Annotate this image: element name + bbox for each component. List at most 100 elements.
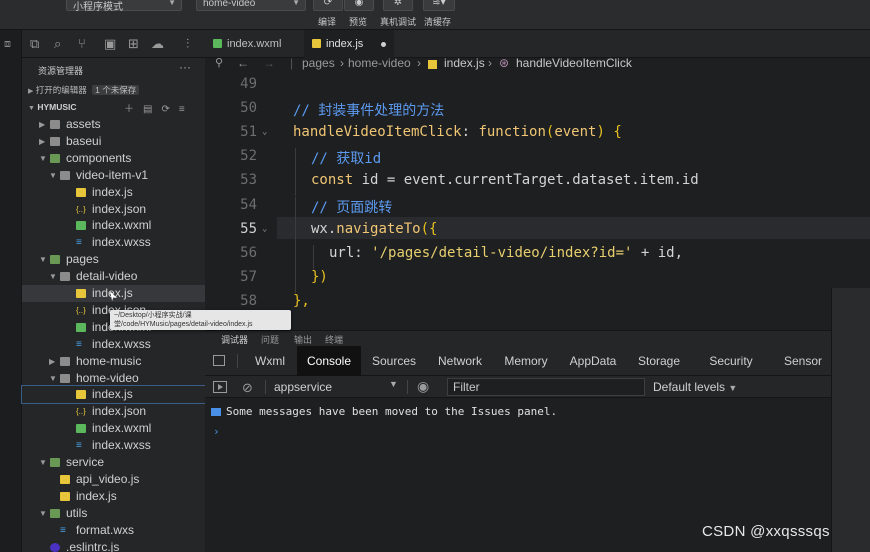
folder-icon [50,458,60,467]
tab-security[interactable]: Security [696,346,766,376]
tree-item[interactable]: index.js [22,285,205,302]
chevron-down-icon[interactable]: ▼ [39,505,47,522]
tree-item[interactable]: index.wxml [22,420,205,437]
console-prompt[interactable]: › [213,425,220,438]
remote-debug-button[interactable]: ✲ [383,0,413,11]
new-file-icon[interactable]: ＋ [124,104,143,115]
source-control-icon[interactable]: ⑂ [78,36,86,51]
chevron-down-icon[interactable]: ▼ [49,268,57,285]
eye-icon[interactable]: ◉ [417,378,429,395]
cloud-icon[interactable]: ☁ [151,36,164,52]
tree-item[interactable]: ≡ index.wxss [22,336,205,353]
chevron-down-icon[interactable]: ▼ [49,167,57,184]
chevron-right-icon[interactable]: ▶ [39,116,45,133]
open-editors-section[interactable]: ▶ 打开的编辑器 1 个未保存 [28,84,140,96]
tree-item[interactable]: ▶ assets [22,116,205,133]
indent-guide [295,196,296,221]
code-editor[interactable]: 49 50 // 封装事件处理的方法 51 ⌄ handleVideoItemClick:… [205,72,870,322]
clear-cache-button[interactable]: ≋▾ [423,0,455,11]
tree-item[interactable]: index.js [21,385,206,405]
tree-item-label: index.wxss [92,438,151,453]
tree-item[interactable]: ▼ utils [22,505,205,522]
tree-item[interactable]: api_video.js [22,471,205,488]
inspect-icon[interactable] [213,355,225,366]
code-token: url: [329,244,372,261]
more-icon[interactable]: ··· [179,60,191,74]
tab-storage[interactable]: Storage [628,346,690,376]
new-folder-icon[interactable]: ▤ [143,104,161,115]
mode-select[interactable]: 小程序模式 ▼ [66,0,182,13]
tab-label: index.js [326,38,364,50]
search-icon[interactable]: ⌕ [54,36,61,52]
chevron-down-icon[interactable]: ▼ [389,379,398,389]
breadcrumb-item[interactable]: handleVideoItemClick [516,56,632,70]
tree-item[interactable]: ▼ service [22,454,205,471]
breadcrumb-item[interactable]: pages [302,56,335,70]
tab-problems[interactable]: 问题 [261,333,279,346]
chevron-down-icon[interactable]: ▼ [49,370,57,387]
breadcrumb-item[interactable]: home-video [348,56,411,70]
tree-item[interactable]: {..} index.json [22,201,205,218]
breadcrumb-item[interactable]: index.js [444,56,485,70]
tree-item[interactable]: ▼ detail-video [22,268,205,285]
project-actions: ＋▤⟳≡ [124,100,194,115]
tree-item[interactable]: ≡ index.wxss [22,234,205,251]
tree-item[interactable]: ▼ pages [22,251,205,268]
tree-item[interactable]: ≡ index.wxss [22,437,205,454]
extensions-icon[interactable]: ⊞ [128,36,139,52]
project-header[interactable]: ▼ HYMUSIC [28,102,77,112]
preview-button[interactable]: ◉ [344,0,374,11]
tab-index-js[interactable]: index.js [304,30,394,58]
sidebar-toggle-icon[interactable] [213,381,227,393]
tab-terminal[interactable]: 终端 [325,333,343,346]
tree-item[interactable]: ▶ home-music [22,353,205,370]
files-icon[interactable]: ⧉ [30,36,39,52]
fold-icon[interactable]: ⌄ [262,224,267,234]
tree-item[interactable]: ▼ home-video [22,370,205,387]
tab-output[interactable]: 输出 [294,333,312,346]
tree-item[interactable]: .eslintrc.js [22,539,205,552]
tree-item[interactable]: {..} index.json [22,403,205,420]
tree-item[interactable]: ▼ video-item-v1 [22,167,205,184]
window-icon[interactable]: ⧈ [4,38,11,51]
refresh-icon[interactable]: ⟳ [161,104,178,115]
top-toolbar: 小程序模式 ▼ home-video ▼ ⟳ ◉ ✲ ≋▾ 编译 预览 真机调试… [0,0,870,30]
tree-item[interactable]: index.js [22,488,205,505]
page-select[interactable]: home-video ▼ [196,0,306,11]
tab-network[interactable]: Network [429,346,491,376]
forward-icon[interactable]: → [263,56,275,70]
split-icon[interactable]: ⫶ [186,36,189,52]
back-icon[interactable]: ← [237,56,249,70]
tab-memory[interactable]: Memory [495,346,557,376]
tab-console[interactable]: Console [297,346,361,376]
context-select[interactable]: appservice [274,380,332,394]
compile-button[interactable]: ⟳ [313,0,343,11]
tab-debugger[interactable]: 调试器 [221,333,249,347]
js-file-icon [76,289,86,298]
chevron-down-icon[interactable]: ▼ [39,150,47,167]
tab-sources[interactable]: Sources [363,346,425,376]
tree-item[interactable]: ▶ baseui [22,133,205,150]
chevron-right-icon[interactable]: ▶ [39,133,45,150]
code-token: wx. [311,220,337,237]
fold-icon[interactable]: ⌄ [262,127,267,137]
clear-console-icon[interactable]: ⊘ [242,380,253,396]
tree-item[interactable]: index.js [22,184,205,201]
chevron-down-icon[interactable]: ▼ [39,251,47,268]
levels-select[interactable]: Default levels ▼ [653,380,737,394]
tab-sensor[interactable]: Sensor [773,346,833,376]
chevron-down-icon[interactable]: ▼ [39,454,47,471]
tree-item[interactable]: ▼ components [22,150,205,167]
tab-index-wxml[interactable]: index.wxml [205,30,303,58]
tab-wxml[interactable]: Wxml [245,346,295,376]
tab-appdata[interactable]: AppData [562,346,624,376]
tree-item[interactable]: ≡ format.wxs [22,522,205,539]
debug-icon[interactable]: ▣ [104,36,116,52]
pin-icon[interactable]: ⚲ [215,56,223,69]
filter-input[interactable]: Filter [447,378,645,396]
unsaved-dot-icon[interactable] [381,42,386,47]
tree-item-label: service [66,455,105,469]
collapse-icon[interactable]: ≡ [179,104,194,115]
tree-item[interactable]: index.wxml [22,217,205,234]
chevron-right-icon[interactable]: ▶ [49,353,55,370]
